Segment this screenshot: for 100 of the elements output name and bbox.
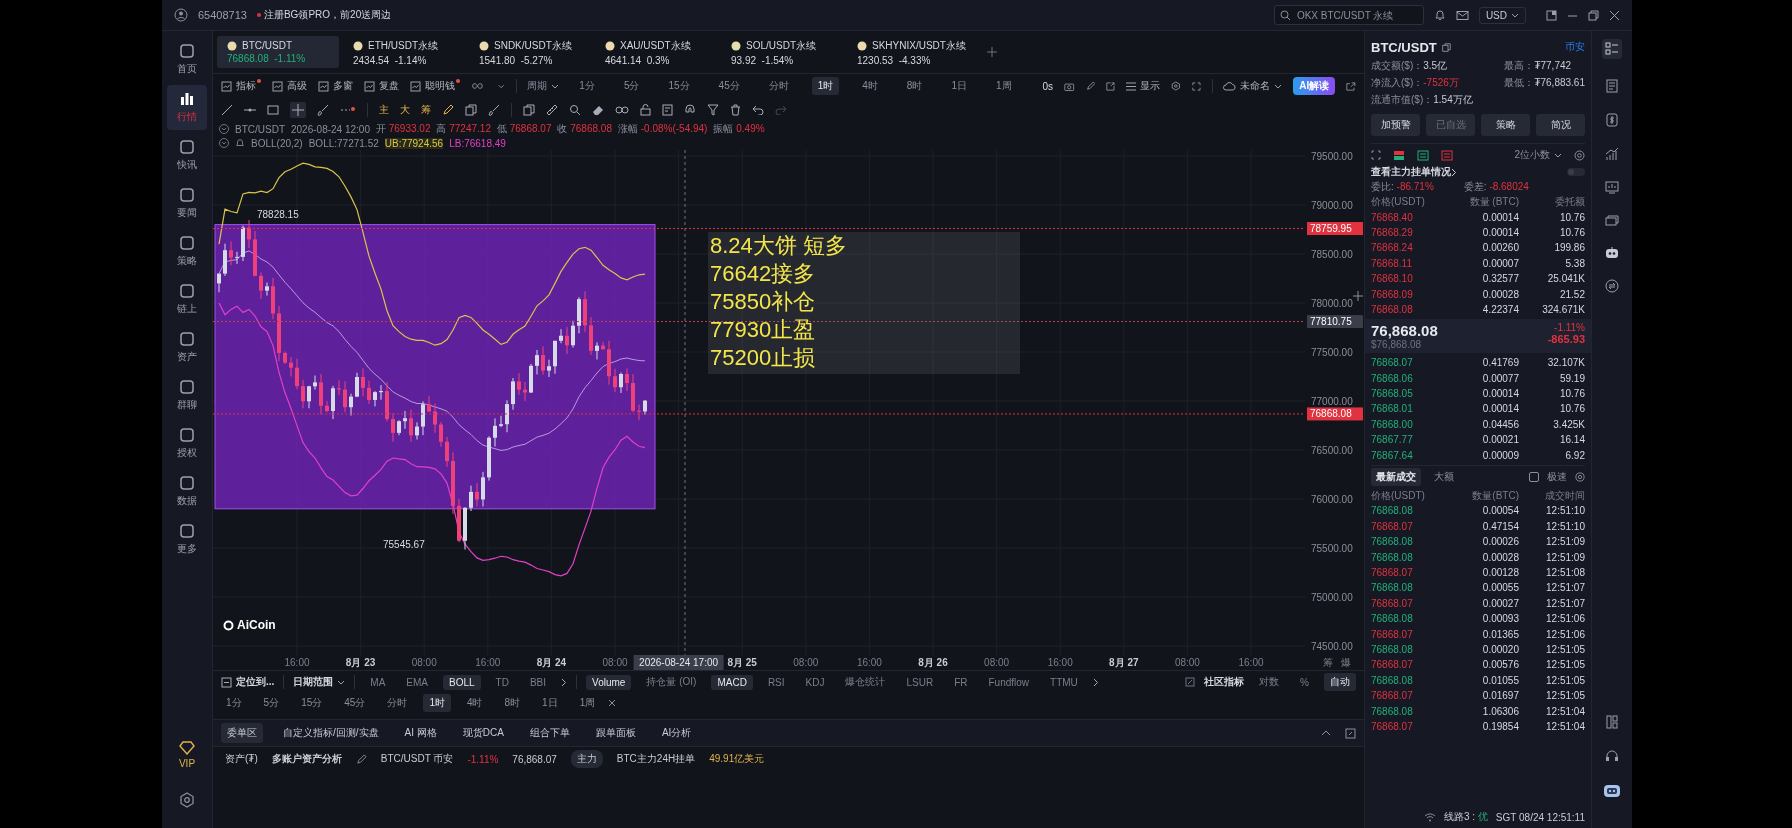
- period-tab[interactable]: 4时: [460, 694, 489, 712]
- toolbar-button[interactable]: 多窗: [318, 79, 353, 93]
- indicator-tab[interactable]: Fundflow: [982, 674, 1036, 690]
- period-tab[interactable]: 45分: [338, 694, 372, 712]
- indicator-tab[interactable]: LSUR: [900, 674, 940, 690]
- document-icon[interactable]: [662, 104, 673, 116]
- settings-icon[interactable]: [1574, 149, 1585, 161]
- dollar-document-icon[interactable]: [1606, 113, 1618, 127]
- user-icon[interactable]: [174, 8, 188, 22]
- growth-chart-icon[interactable]: [1605, 147, 1619, 161]
- nav-item[interactable]: 资产: [167, 325, 207, 370]
- locate-button[interactable]: 定位到...: [221, 675, 275, 689]
- nav-item[interactable]: 快讯: [167, 133, 207, 178]
- robot-icon[interactable]: [1604, 246, 1620, 259]
- panel-tab[interactable]: 自定义指标/回测/实盘: [277, 723, 385, 743]
- bell-icon[interactable]: [235, 138, 245, 148]
- symbol-tab[interactable]: SOL/USDT永续 93.92 -1.54%: [721, 34, 843, 70]
- indicator-tab[interactable]: BOLL: [443, 674, 481, 690]
- period-tab[interactable]: 1周: [989, 77, 1018, 95]
- indicator-tab[interactable]: 爆仓统计: [839, 673, 892, 691]
- tool-button[interactable]: 大: [400, 103, 410, 117]
- period-tab[interactable]: 45分: [712, 77, 746, 95]
- period-tab[interactable]: 8时: [900, 77, 929, 95]
- toolbar-button[interactable]: 聪明钱: [410, 79, 460, 93]
- indicator-tab[interactable]: MACD: [711, 674, 753, 690]
- checkbox[interactable]: [1529, 471, 1539, 482]
- eraser-icon[interactable]: [592, 104, 604, 116]
- panel-tab[interactable]: 现货DCA: [456, 723, 510, 743]
- collapse-icon[interactable]: [219, 138, 229, 148]
- restore-icon[interactable]: [1588, 9, 1599, 21]
- scale-option[interactable]: %: [1294, 674, 1315, 690]
- ai-button[interactable]: AI解读: [1293, 77, 1336, 95]
- period-tab[interactable]: 1时: [423, 694, 451, 712]
- nav-item[interactable]: 更多: [167, 517, 207, 562]
- nav-item[interactable]: 链上: [167, 277, 207, 322]
- monitor-icon[interactable]: [1605, 181, 1619, 194]
- indicator-tab[interactable]: TTMU: [1044, 674, 1084, 690]
- swap-icon[interactable]: [1605, 279, 1619, 293]
- undo-icon[interactable]: [752, 105, 764, 115]
- tool-button[interactable]: 筹: [421, 103, 431, 117]
- ruler-icon[interactable]: [546, 104, 558, 116]
- period-tab[interactable]: 8时: [498, 694, 527, 712]
- share-icon[interactable]: [1346, 80, 1356, 92]
- indicator-tab[interactable]: TD: [489, 674, 515, 690]
- action-button[interactable]: 简况: [1536, 114, 1585, 136]
- decimals-select[interactable]: 2位小数: [1514, 148, 1562, 162]
- headset-icon[interactable]: [1605, 749, 1619, 763]
- symbol-tab[interactable]: BTC/USDT 76868.08 -1.11%: [217, 36, 339, 68]
- indicator-tab[interactable]: RSI: [761, 674, 791, 690]
- copy-icon[interactable]: [465, 104, 477, 116]
- nav-item[interactable]: 要闻: [167, 181, 207, 226]
- close-icon[interactable]: [1609, 9, 1620, 21]
- period-tab[interactable]: 1分: [220, 694, 248, 712]
- fullscreen-icon[interactable]: [1191, 80, 1201, 92]
- copy-icon[interactable]: [523, 104, 535, 116]
- camera-icon[interactable]: [1064, 80, 1075, 92]
- bell-icon[interactable]: [1433, 9, 1446, 21]
- panel-tab[interactable]: AI分析: [655, 723, 698, 743]
- action-button[interactable]: 策略: [1481, 114, 1530, 136]
- panel-tab[interactable]: 委单区: [221, 723, 263, 743]
- book-bids-icon[interactable]: [1417, 149, 1429, 161]
- copy-icon[interactable]: [1441, 42, 1451, 52]
- settings-icon[interactable]: [179, 792, 195, 808]
- period-tab[interactable]: 1日: [536, 694, 564, 712]
- layout-icon[interactable]: [1606, 715, 1618, 729]
- toolbar-button[interactable]: 高级: [272, 79, 307, 93]
- mail-icon[interactable]: [1455, 9, 1469, 21]
- period-tab[interactable]: 1日: [945, 77, 973, 95]
- magnet-icon[interactable]: [684, 104, 696, 116]
- hexagon-icon[interactable]: [1171, 80, 1181, 92]
- trades-tab[interactable]: 大额: [1429, 467, 1459, 486]
- brush-icon[interactable]: [317, 104, 329, 116]
- indicator-tab[interactable]: Volume: [586, 674, 632, 690]
- popout-icon[interactable]: [1546, 9, 1557, 21]
- close-icon[interactable]: [608, 699, 617, 707]
- popout-icon[interactable]: [1106, 80, 1116, 92]
- notice-link[interactable]: 注册BG领PRO，前20送周边: [263, 8, 392, 22]
- period-tab[interactable]: 1周: [573, 694, 602, 712]
- scale-option[interactable]: 对数: [1253, 673, 1286, 691]
- action-button[interactable]: 加预警: [1371, 114, 1420, 136]
- trades-tab[interactable]: 最新成交: [1371, 467, 1421, 486]
- indicator-tab[interactable]: BBI: [523, 674, 553, 690]
- link-icon[interactable]: [615, 105, 629, 115]
- period-tab[interactable]: 分时: [381, 694, 414, 712]
- document-icon[interactable]: [1606, 79, 1618, 93]
- nav-item[interactable]: 策略: [167, 229, 207, 274]
- toolbar-button[interactable]: 指标: [221, 79, 261, 93]
- layout-menu[interactable]: 未命名: [1223, 79, 1283, 93]
- nav-item[interactable]: 数据: [167, 469, 207, 514]
- indicator-tab[interactable]: 持仓量 (OI): [640, 673, 703, 691]
- chevron-right-icon[interactable]: [561, 677, 568, 687]
- nav-item[interactable]: 群聊: [167, 373, 207, 418]
- period-tab[interactable]: 15分: [662, 77, 696, 95]
- toolbar-button[interactable]: 复盘: [364, 79, 399, 93]
- toggle-switch[interactable]: [1567, 168, 1585, 176]
- cards-icon[interactable]: [1605, 214, 1619, 226]
- book-both-icon[interactable]: [1393, 149, 1405, 161]
- caret-icon[interactable]: [498, 83, 505, 89]
- lock-icon[interactable]: [640, 104, 651, 116]
- scale-option[interactable]: 自动: [1324, 673, 1356, 691]
